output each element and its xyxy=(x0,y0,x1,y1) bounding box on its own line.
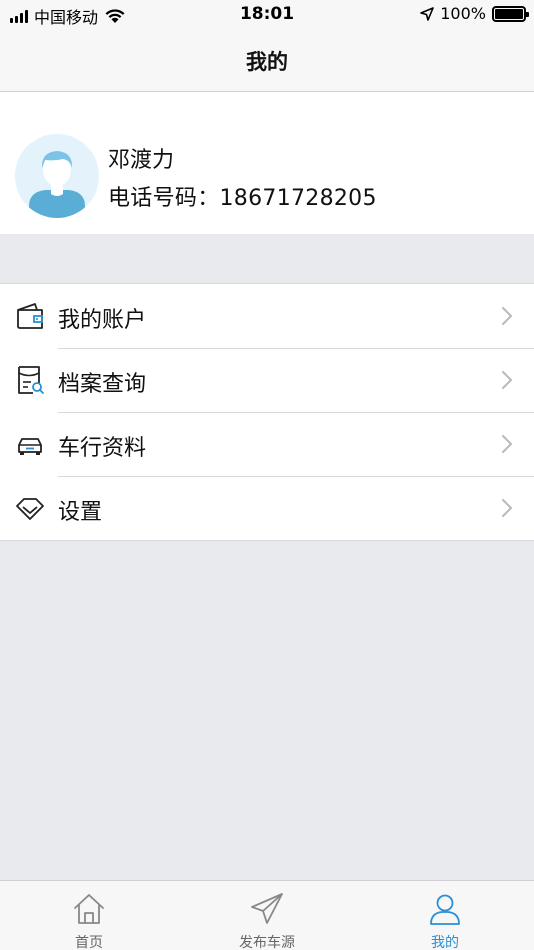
paper-plane-icon xyxy=(251,893,283,924)
menu-item-account[interactable]: 我的账户 xyxy=(0,284,534,348)
user-avatar-icon[interactable] xyxy=(15,134,99,218)
menu-item-label: 我的账户 xyxy=(58,308,147,333)
menu-item-label: 车行资料 xyxy=(58,436,147,461)
home-icon xyxy=(74,894,104,924)
user-phone: 电话号码：18671728205 xyxy=(108,186,377,211)
menu-list: 我的账户 档案查询 车行资料 设置 xyxy=(0,283,534,541)
car-icon xyxy=(18,438,42,455)
file-search-icon xyxy=(18,366,44,394)
tab-publish[interactable]: 发布车源 xyxy=(178,881,356,950)
profile-card[interactable]: 邓渡力 电话号码：18671728205 xyxy=(0,92,534,234)
status-right: 100% xyxy=(420,4,529,23)
menu-item-records[interactable]: 档案查询 xyxy=(0,348,534,412)
battery-percent: 100% xyxy=(440,4,486,23)
tab-mine[interactable]: 我的 xyxy=(356,881,534,950)
status-bar: 中国移动 18:01 100% xyxy=(0,0,534,30)
chevron-right-icon xyxy=(502,499,512,517)
page-title: 我的 xyxy=(246,49,288,74)
tab-home[interactable]: 首页 xyxy=(0,881,178,950)
tab-label: 首页 xyxy=(75,935,103,950)
tab-bar: 首页 发布车源 我的 xyxy=(0,880,534,950)
chevron-right-icon xyxy=(502,371,512,389)
wallet-icon xyxy=(17,303,43,329)
tab-label: 我的 xyxy=(431,935,459,950)
nav-bar: 我的 xyxy=(0,30,534,92)
tab-label: 发布车源 xyxy=(239,935,295,950)
user-name: 邓渡力 xyxy=(108,148,175,173)
location-arrow-icon xyxy=(420,6,435,21)
battery-icon xyxy=(492,5,529,22)
chevron-right-icon xyxy=(502,435,512,453)
menu-item-label: 设置 xyxy=(58,500,103,525)
diamond-icon xyxy=(16,498,44,520)
chevron-right-icon xyxy=(502,307,512,325)
person-icon xyxy=(430,894,460,925)
menu-item-label: 档案查询 xyxy=(58,372,147,397)
screen: 中国移动 18:01 100% 我的 邓渡力 电话号码：18671728205 … xyxy=(0,0,534,950)
menu-item-dealer[interactable]: 车行资料 xyxy=(0,412,534,476)
menu-item-settings[interactable]: 设置 xyxy=(0,476,534,540)
